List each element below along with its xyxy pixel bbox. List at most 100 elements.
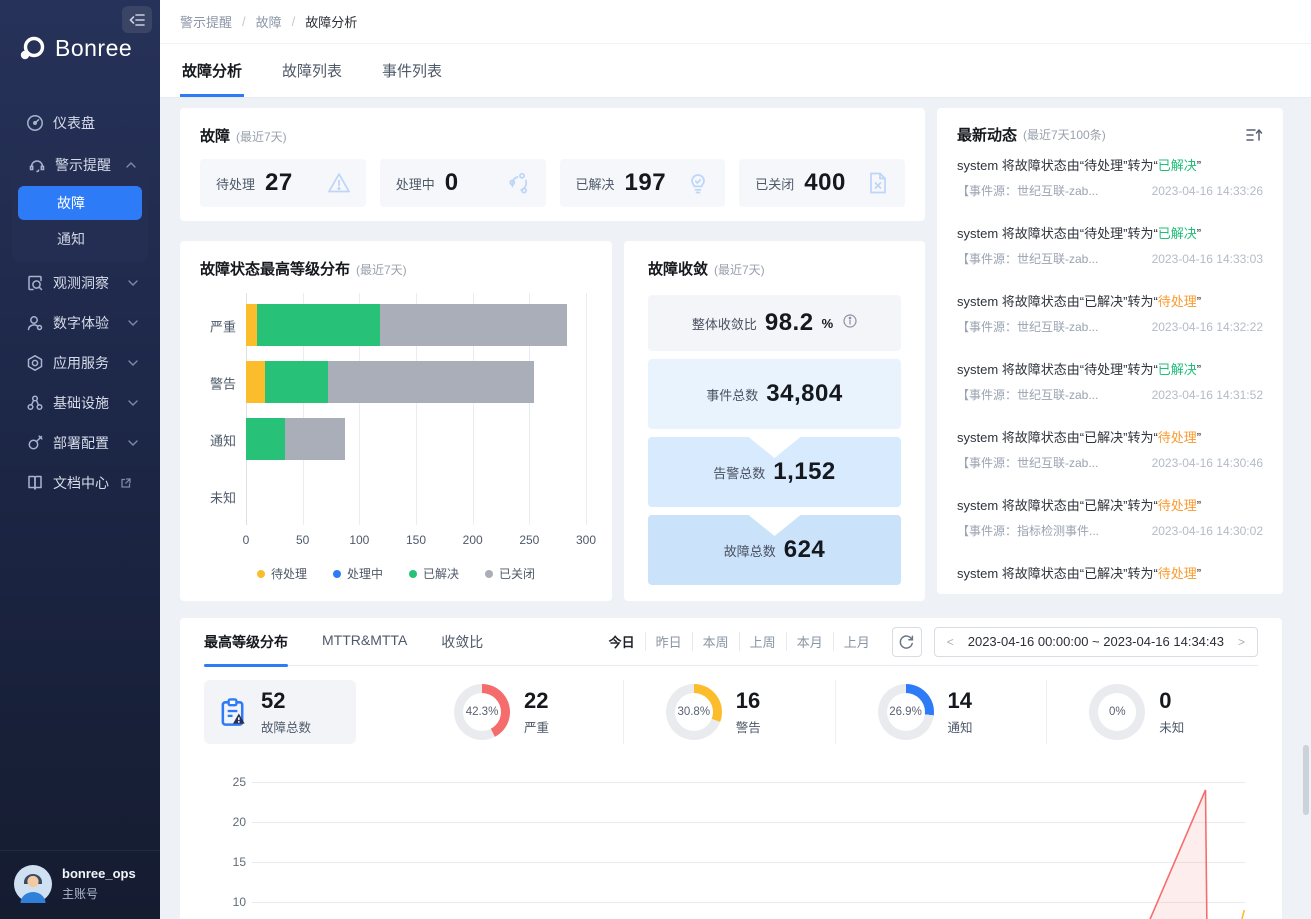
funnel-label: 故障总数 bbox=[724, 541, 776, 560]
feed-meta: 【事件源：世纪互联-zab...2023-04-16 14:33:03 bbox=[957, 251, 1263, 267]
bar-segment-已解决[interactable] bbox=[257, 304, 379, 346]
sort-ascending-icon[interactable] bbox=[1246, 128, 1263, 142]
sidebar-item-alerts[interactable]: 警示提醒 bbox=[14, 146, 146, 184]
stat-tile-processing[interactable]: 处理中 0 bbox=[380, 159, 546, 207]
feed-status: 已解决 bbox=[1158, 362, 1197, 377]
legend-item[interactable]: 已解决 bbox=[409, 565, 459, 582]
bar-segment-待处理[interactable] bbox=[246, 361, 265, 403]
sidebar-item-digital-experience[interactable]: 数字体验 bbox=[12, 304, 148, 342]
funnel-row: 事件总数34,804 bbox=[648, 359, 901, 429]
feed-time: 2023-04-16 14:30:46 bbox=[1152, 455, 1263, 471]
stat-value: 16 bbox=[736, 689, 761, 713]
tab-event-list[interactable]: 事件列表 bbox=[380, 44, 444, 97]
sidebar-menu: 仪表盘 警示提醒 故障 通知 观测洞察 数字体验 应用服务 bbox=[0, 104, 160, 502]
stat-text: 16警告 bbox=[736, 689, 761, 736]
bar-stack[interactable] bbox=[246, 361, 534, 403]
stat-tile-resolved[interactable]: 已解决 197 bbox=[560, 159, 726, 207]
tab-convergence-ratio[interactable]: 收敛比 bbox=[441, 617, 483, 666]
legend-item[interactable]: 已关闭 bbox=[485, 565, 535, 582]
feed-text: system 将故障状态由“待处理”转为“已解决” bbox=[957, 361, 1263, 379]
sidebar-item-infrastructure[interactable]: 基础设施 bbox=[12, 384, 148, 422]
feed-item[interactable]: system 将故障状态由“已解决”转为“待处理”【事件源：指标检测事件...2… bbox=[957, 497, 1263, 539]
bar-segment-已关闭[interactable] bbox=[328, 361, 534, 403]
preset-this-month[interactable]: 本月 bbox=[786, 632, 833, 651]
date-range-value: 2023-04-16 00:00:00 ~ 2023-04-16 14:34:4… bbox=[968, 634, 1224, 649]
severity-stat-警告: 30.8%16警告 bbox=[623, 680, 835, 744]
feed-meta: 【事件源：世纪互联-zab...2023-04-16 14:30:46 bbox=[957, 455, 1263, 471]
scrollbar-thumb[interactable] bbox=[1303, 745, 1309, 815]
fault-summary-card: 故障(最近7天) 待处理 27 处理中 0 已解决 197 bbox=[180, 108, 925, 221]
sidebar-item-app-service[interactable]: 应用服务 bbox=[12, 344, 148, 382]
tab-fault-list[interactable]: 故障列表 bbox=[280, 44, 344, 97]
preset-last-month[interactable]: 上月 bbox=[833, 632, 880, 651]
funnel-row: 告警总数1,152 bbox=[648, 437, 901, 507]
feed-item[interactable]: system 将故障状态由“已解决”转为“待处理”【事件源：世纪互联-zab..… bbox=[957, 293, 1263, 335]
breadcrumb-item[interactable]: 故障 bbox=[256, 12, 282, 31]
feed-item[interactable]: system 将故障状态由“已解决”转为“待处理” bbox=[957, 565, 1263, 583]
feed-time: 2023-04-16 14:33:03 bbox=[1152, 251, 1263, 267]
fault-total-tile: 52 故障总数 bbox=[204, 680, 356, 744]
feed-meta: 【事件源：指标检测事件...2023-04-16 14:30:02 bbox=[957, 523, 1263, 539]
date-range-picker[interactable]: < 2023-04-16 00:00:00 ~ 2023-04-16 14:34… bbox=[934, 627, 1258, 657]
stat-value: 0 bbox=[1159, 689, 1184, 713]
stat-tile-closed[interactable]: 已关闭 400 bbox=[739, 159, 905, 207]
refresh-button[interactable] bbox=[892, 627, 922, 657]
bar-segment-已关闭[interactable] bbox=[285, 418, 345, 460]
legend-dot bbox=[257, 570, 265, 578]
sidebar-item-fault[interactable]: 故障 bbox=[18, 186, 142, 220]
page-tabs: 故障分析 故障列表 事件列表 bbox=[160, 44, 1311, 98]
bar-segment-待处理[interactable] bbox=[246, 304, 257, 346]
convergence-card: 故障收敛(最近7天) 整体收敛比98.2%事件总数34,804告警总数1,152… bbox=[624, 241, 925, 601]
donut-percent: 26.9% bbox=[878, 684, 934, 740]
stat-value: 0 bbox=[445, 169, 459, 197]
chevron-right-icon[interactable]: > bbox=[1238, 635, 1245, 649]
preset-this-week[interactable]: 本周 bbox=[692, 632, 739, 651]
preset-last-week[interactable]: 上周 bbox=[739, 632, 786, 651]
tab-top-severity[interactable]: 最高等级分布 bbox=[204, 617, 288, 666]
sidebar-item-label: 应用服务 bbox=[53, 353, 109, 373]
bar-stack[interactable] bbox=[246, 304, 567, 346]
fault-total-label: 故障总数 bbox=[261, 717, 311, 736]
chevron-down-icon bbox=[128, 360, 138, 366]
stat-label: 严重 bbox=[524, 717, 549, 736]
user-panel[interactable]: bonree_ops 主账号 bbox=[0, 850, 160, 919]
bar-segment-已解决[interactable] bbox=[246, 418, 285, 460]
sidebar-item-label: 仪表盘 bbox=[53, 113, 95, 133]
feed-item[interactable]: system 将故障状态由“待处理”转为“已解决”【事件源：世纪互联-zab..… bbox=[957, 225, 1263, 267]
tab-fault-analysis[interactable]: 故障分析 bbox=[180, 44, 244, 97]
app-service-icon bbox=[26, 354, 44, 372]
info-icon[interactable] bbox=[843, 314, 857, 333]
donut-chart: 26.9% bbox=[878, 684, 934, 740]
tab-mttr-mtta[interactable]: MTTR&MTTA bbox=[322, 617, 407, 666]
preset-yesterday[interactable]: 昨日 bbox=[645, 632, 692, 651]
line-chart-canvas bbox=[222, 766, 1254, 919]
funnel-row: 整体收敛比98.2% bbox=[648, 295, 901, 351]
sidebar-item-deploy-config[interactable]: 部署配置 bbox=[12, 424, 148, 462]
feed-item[interactable]: system 将故障状态由“已解决”转为“待处理”【事件源：世纪互联-zab..… bbox=[957, 429, 1263, 471]
x-tick-label: 300 bbox=[576, 533, 596, 547]
feed-item[interactable]: system 将故障状态由“待处理”转为“已解决”【事件源：世纪互联-zab..… bbox=[957, 361, 1263, 403]
bar-chart-legend: 待处理 处理中 已解决 已关闭 bbox=[200, 565, 592, 582]
legend-item[interactable]: 处理中 bbox=[333, 565, 383, 582]
legend-item[interactable]: 待处理 bbox=[257, 565, 307, 582]
stat-label: 未知 bbox=[1159, 717, 1184, 736]
feed-item[interactable]: system 将故障状态由“待处理”转为“已解决”【事件源：世纪互联-zab..… bbox=[957, 157, 1263, 199]
bar-stack[interactable] bbox=[246, 418, 345, 460]
sidebar-collapse-icon[interactable] bbox=[122, 6, 152, 33]
breadcrumb-item[interactable]: 警示提醒 bbox=[180, 12, 232, 31]
brand-name: Bonree bbox=[55, 35, 132, 62]
chevron-left-icon[interactable]: < bbox=[947, 635, 954, 649]
bar-segment-已解决[interactable] bbox=[265, 361, 327, 403]
stat-tile-pending[interactable]: 待处理 27 bbox=[200, 159, 366, 207]
sidebar-item-notice[interactable]: 通知 bbox=[18, 222, 142, 256]
preset-today[interactable]: 今日 bbox=[599, 632, 645, 651]
severity-bar-chart: 严重警告通知未知 bbox=[246, 297, 586, 525]
warning-triangle-icon bbox=[326, 170, 352, 196]
sidebar-item-observe[interactable]: 观测洞察 bbox=[12, 264, 148, 302]
card-title: 故障收敛 bbox=[648, 261, 708, 278]
avatar bbox=[14, 865, 52, 903]
sidebar-item-docs[interactable]: 文档中心 bbox=[12, 464, 148, 502]
bar-segment-已关闭[interactable] bbox=[380, 304, 567, 346]
donut-percent: 42.3% bbox=[454, 684, 510, 740]
sidebar-item-dashboard[interactable]: 仪表盘 bbox=[12, 104, 148, 142]
